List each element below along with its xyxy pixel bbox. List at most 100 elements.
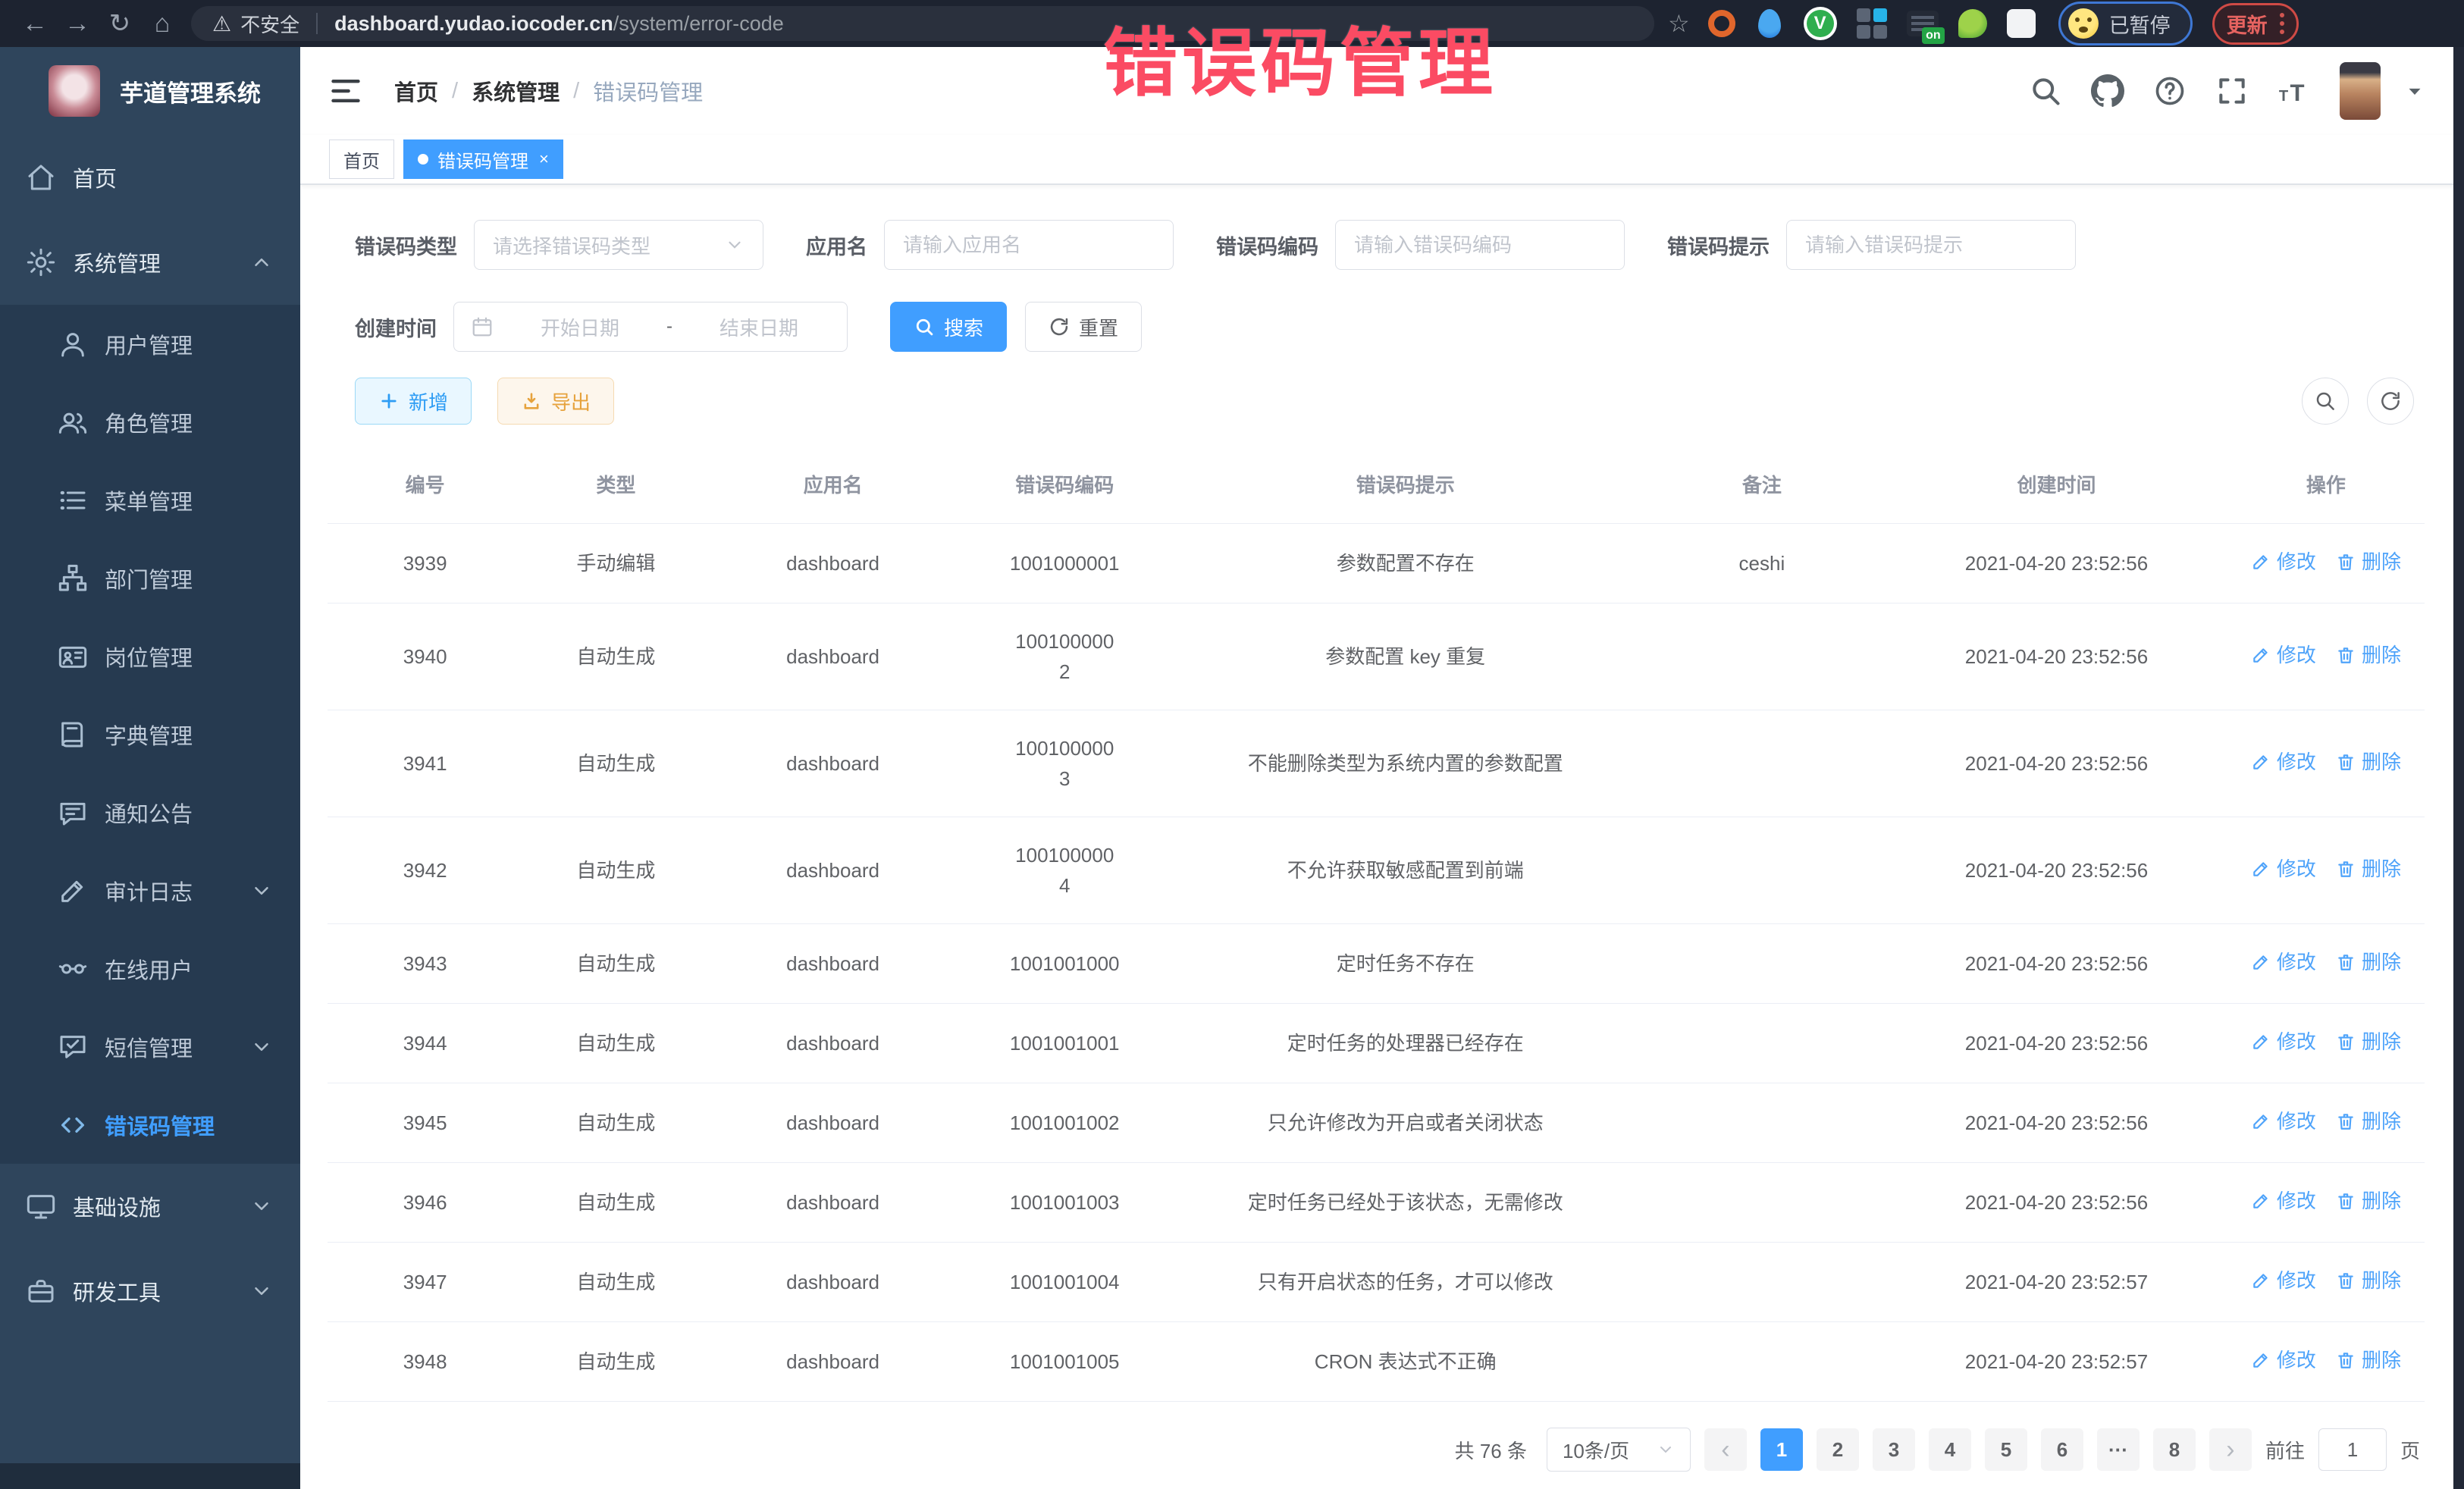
tab-close-icon[interactable]: × [539,149,549,169]
sidebar-item-online-users[interactable]: 在线用户 [0,929,300,1008]
edit-link[interactable]: 修改 [2251,947,2316,977]
refresh-table-button[interactable] [2367,378,2414,425]
extension-green-v-icon[interactable]: V [1804,7,1837,40]
prev-page-button[interactable]: ‹ [1704,1428,1747,1471]
extension-paused-pill[interactable]: 已暂停 [2058,2,2193,45]
delete-link[interactable]: 删除 [2336,1345,2401,1375]
sidebar-item-label: 通知公告 [105,797,193,829]
edit-link[interactable]: 修改 [2251,747,2316,777]
extensions-puzzle-icon[interactable] [2007,9,2036,38]
more-pages-button[interactable]: ··· [2097,1428,2140,1471]
cell-time: 2021-04-20 23:52:57 [1886,1244,2227,1320]
app-name-input[interactable] [884,220,1174,270]
fullscreen-icon[interactable] [2215,74,2249,108]
edit-link[interactable]: 修改 [2251,1106,2316,1136]
extension-orange-ring-icon[interactable] [1708,10,1735,37]
page-button-6[interactable]: 6 [2041,1428,2083,1471]
bookmark-star-icon[interactable]: ☆ [1668,9,1690,38]
breadcrumb-system[interactable]: 系统管理 [472,75,560,107]
delete-link[interactable]: 删除 [2336,1265,2401,1296]
sidebar-collapse-bar[interactable] [0,1463,300,1489]
browser-menu-icon[interactable] [2280,13,2284,34]
delete-link[interactable]: 删除 [2336,547,2401,577]
edit-link[interactable]: 修改 [2251,854,2316,884]
extension-blue-drop-icon[interactable] [1758,9,1781,38]
sidebar-item-notice-announcement[interactable]: 通知公告 [0,773,300,851]
error-hint-input[interactable] [1786,220,2076,270]
page-button-8[interactable]: 8 [2153,1428,2196,1471]
extension-list-icon[interactable]: on [1907,11,1939,36]
sidebar-item-label: 菜单管理 [105,484,193,516]
edit-link[interactable]: 修改 [2251,1186,2316,1216]
sidebar-item-user-management[interactable]: 用户管理 [0,305,300,383]
error-code-input[interactable] [1335,220,1625,270]
hamburger-icon[interactable] [329,74,362,108]
cell-code: 1001001000 [957,926,1173,1002]
show-search-button[interactable] [2302,378,2349,425]
reset-button[interactable]: 重置 [1025,302,1142,352]
sidebar-item-dict-management[interactable]: 字典管理 [0,695,300,773]
url-domain: dashboard.yudao.iocoder.cn [334,12,613,36]
edit-link[interactable]: 修改 [2251,1345,2316,1375]
edit-link[interactable]: 修改 [2251,547,2316,577]
cell-hint: 参数配置不存在 [1173,525,1638,601]
export-button[interactable]: 导出 [497,378,614,425]
delete-link[interactable]: 删除 [2336,1106,2401,1136]
delete-link[interactable]: 删除 [2336,640,2401,670]
font-size-icon[interactable]: TT [2277,74,2311,108]
sidebar-item-post-management[interactable]: 岗位管理 [0,617,300,695]
page-button-4[interactable]: 4 [1929,1428,1971,1471]
tab-error-code[interactable]: 错误码管理 × [403,139,563,179]
cell-actions: 修改删除 [2227,1083,2425,1162]
edit-link[interactable]: 修改 [2251,1265,2316,1296]
delete-link[interactable]: 删除 [2336,747,2401,777]
help-icon[interactable] [2153,74,2187,108]
page-size-select[interactable]: 10条/页 [1547,1428,1691,1472]
browser-forward-icon[interactable]: → [56,9,99,39]
not-secure-label: 不安全 [240,10,299,38]
delete-link[interactable]: 删除 [2336,1027,2401,1057]
sidebar-item-home[interactable]: 首页 [0,135,300,220]
sidebar-item-dept-management[interactable]: 部门管理 [0,539,300,617]
goto-page-input[interactable] [2318,1428,2387,1471]
chevron-down-icon[interactable] [2403,80,2426,102]
github-icon[interactable] [2091,74,2124,108]
page-button-2[interactable]: 2 [1817,1428,1859,1471]
extension-green-search-icon[interactable] [1958,9,1987,38]
update-button[interactable]: 更新 [2227,9,2268,39]
sidebar-item-dev-tools[interactable]: 研发工具 [0,1249,300,1334]
breadcrumb-home[interactable]: 首页 [394,75,438,107]
logo-row[interactable]: 芋道管理系统 [0,47,300,135]
browser-home-icon[interactable]: ⌂ [141,9,183,39]
browser-scrollbar[interactable] [2453,47,2464,1489]
sidebar-item-system-management[interactable]: 系统管理 [0,220,300,305]
next-page-button[interactable]: › [2209,1428,2252,1471]
search-icon[interactable] [2029,74,2062,108]
error-type-select[interactable]: 请选择错误码类型 [474,220,763,270]
cell-time: 2021-04-20 23:52:56 [1886,525,2227,601]
user-avatar[interactable] [2340,62,2381,120]
date-range-picker[interactable]: 开始日期 - 结束日期 [453,302,848,352]
page-button-5[interactable]: 5 [1985,1428,2027,1471]
sidebar-item-role-management[interactable]: 角色管理 [0,383,300,461]
browser-reload-icon[interactable]: ↻ [99,8,141,39]
search-button[interactable]: 搜索 [890,302,1007,352]
extension-grid-icon[interactable] [1857,8,1887,39]
delete-link[interactable]: 删除 [2336,947,2401,977]
browser-back-icon[interactable]: ← [14,9,56,39]
add-button[interactable]: 新增 [355,378,472,425]
edit-link[interactable]: 修改 [2251,1027,2316,1057]
sidebar-item-infrastructure[interactable]: 基础设施 [0,1164,300,1249]
delete-link[interactable]: 删除 [2336,854,2401,884]
sidebar-item-error-code-management[interactable]: 错误码管理 [0,1086,300,1164]
cell-actions: 修改删除 [2227,724,2425,803]
page-button-1[interactable]: 1 [1760,1428,1803,1471]
tab-home[interactable]: 首页 [329,139,394,179]
page-button-3[interactable]: 3 [1873,1428,1915,1471]
delete-link[interactable]: 删除 [2336,1186,2401,1216]
address-bar[interactable]: ⚠ 不安全 dashboard.yudao.iocoder.cn /system… [191,6,1654,41]
sidebar-item-menu-management[interactable]: 菜单管理 [0,461,300,539]
edit-link[interactable]: 修改 [2251,640,2316,670]
sidebar-item-sms-management[interactable]: 短信管理 [0,1008,300,1086]
sidebar-item-audit-log[interactable]: 审计日志 [0,851,300,929]
